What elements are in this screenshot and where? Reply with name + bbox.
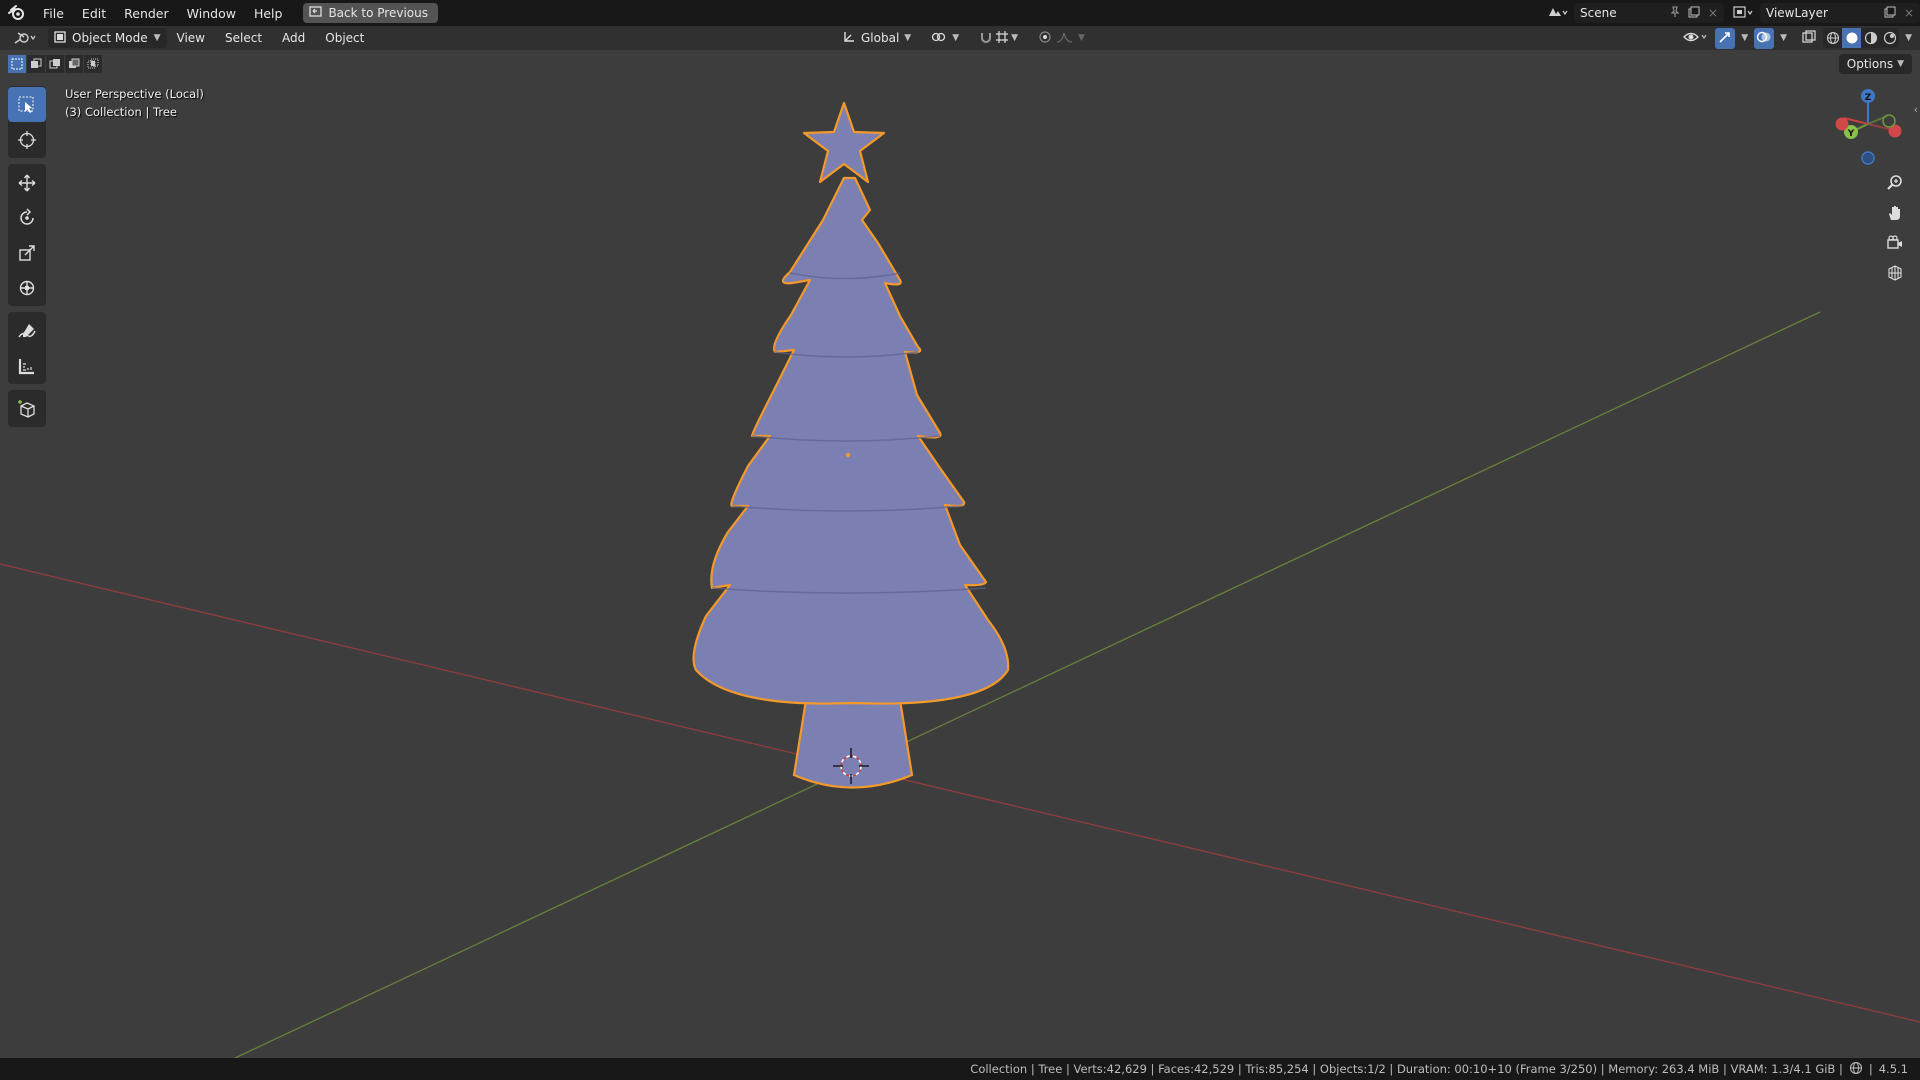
scene-selector-icon[interactable] — [1546, 5, 1568, 22]
overlays-toggle-icon[interactable] — [1754, 27, 1775, 49]
falloff-curve-icon[interactable] — [1056, 30, 1074, 47]
proportional-editing-toggle[interactable]: ▼ — [1032, 28, 1091, 48]
object-mode-label: Object Mode — [72, 31, 148, 45]
xray-toggle-icon[interactable] — [1801, 29, 1817, 48]
move-icon[interactable] — [8, 165, 46, 200]
orientation-label: Global — [861, 31, 900, 45]
viewlayer-selector-icon[interactable] — [1732, 5, 1754, 22]
back-to-previous-label: Back to Previous — [328, 6, 428, 20]
snap-grid-icon[interactable] — [995, 30, 1009, 47]
screen-back-icon — [309, 5, 323, 21]
options-dropdown[interactable]: Options ▼ — [1838, 54, 1912, 74]
shading-mode-group — [1823, 28, 1900, 48]
material-shading-icon[interactable] — [1861, 28, 1880, 48]
viewport-header: Object Mode ▼ View Select Add Object Glo… — [0, 26, 1920, 50]
measure-icon[interactable] — [8, 348, 46, 383]
proportional-circle-icon — [1038, 30, 1052, 47]
solid-shading-icon[interactable] — [1842, 28, 1862, 48]
left-toolbar — [8, 86, 46, 433]
network-globe-icon[interactable] — [1849, 1061, 1863, 1078]
blender-logo-icon[interactable] — [0, 0, 34, 26]
viewlayer-field[interactable]: ViewLayer × — [1760, 3, 1920, 23]
chevron-down-icon[interactable]: ▼ — [1741, 33, 1748, 43]
annotate-icon[interactable] — [8, 313, 46, 348]
3d-viewport[interactable]: Z Y — [0, 50, 1920, 1058]
delete-viewlayer-icon[interactable]: × — [1904, 6, 1914, 20]
gizmo-toggle-icon[interactable] — [1715, 27, 1736, 49]
chevron-down-icon: ▼ — [1011, 33, 1019, 43]
visibility-eye-icon[interactable] — [1683, 29, 1709, 48]
object-mode-dropdown[interactable]: Object Mode ▼ — [48, 28, 167, 48]
pin-icon[interactable] — [1670, 5, 1680, 21]
grid-icon[interactable] — [1882, 260, 1908, 286]
viewport-perspective-text: User Perspective (Local) — [65, 87, 204, 101]
scale-icon[interactable] — [8, 235, 46, 270]
status-stats-text: Collection | Tree | Verts:42,629 | Faces… — [970, 1062, 1843, 1076]
select-box-icon[interactable] — [8, 87, 46, 122]
transform-icon[interactable] — [8, 270, 46, 305]
menu-select[interactable]: Select — [215, 26, 272, 50]
tree-object[interactable] — [692, 101, 1010, 789]
chevron-down-icon[interactable]: ▼ — [1780, 33, 1787, 43]
top-menubar: File Edit Render Window Help Back to Pre… — [0, 0, 1920, 26]
transform-orientation-dropdown[interactable]: Global ▼ — [836, 28, 917, 48]
snap-magnet-icon — [979, 30, 993, 47]
sidebar-toggle-arrow-icon[interactable]: ‹ — [1914, 103, 1918, 116]
select-new-icon[interactable] — [8, 55, 27, 73]
selection-mode-group — [8, 55, 103, 73]
delete-scene-icon[interactable]: × — [1708, 6, 1718, 20]
tree-trunk — [792, 698, 914, 789]
menu-file[interactable]: File — [34, 0, 73, 26]
pan-hand-icon[interactable] — [1882, 200, 1908, 226]
scene-field[interactable]: Scene × — [1574, 3, 1724, 23]
cursor-icon[interactable] — [8, 122, 46, 157]
version-label: 4.5.1 — [1878, 1062, 1908, 1076]
menu-view[interactable]: View — [167, 26, 215, 50]
back-to-previous-button[interactable]: Back to Previous — [303, 3, 438, 23]
viewport-collection-text: (3) Collection | Tree — [65, 105, 177, 119]
snap-toggle[interactable]: ▼ — [973, 28, 1024, 48]
chevron-down-icon: ▼ — [1078, 33, 1085, 43]
menu-render[interactable]: Render — [115, 0, 178, 26]
chevron-down-icon: ▼ — [904, 33, 912, 43]
pivot-point-dropdown[interactable]: ▼ — [925, 28, 965, 48]
gizmo-z-label: Z — [1865, 93, 1872, 103]
zoom-icon[interactable] — [1882, 170, 1908, 196]
editor-type-icon[interactable] — [12, 29, 40, 50]
select-intersect-icon[interactable] — [84, 55, 103, 73]
select-invert-icon[interactable] — [65, 55, 84, 73]
rotate-icon[interactable] — [8, 200, 46, 235]
chevron-down-icon: ▼ — [952, 33, 960, 43]
status-bar: Collection | Tree | Verts:42,629 | Faces… — [0, 1058, 1920, 1080]
menu-window[interactable]: Window — [178, 0, 245, 26]
options-label: Options — [1846, 57, 1894, 71]
add-cube-icon[interactable] — [8, 391, 46, 426]
orientation-axes-icon — [842, 30, 856, 47]
menu-help[interactable]: Help — [245, 0, 292, 26]
menu-object[interactable]: Object — [315, 26, 374, 50]
rendered-shading-icon[interactable] — [1880, 28, 1899, 48]
viewlayer-name: ViewLayer — [1766, 6, 1828, 20]
select-subtract-icon[interactable] — [46, 55, 65, 73]
navigation-gizmo[interactable]: Z Y — [1835, 89, 1902, 165]
pivot-icon — [931, 30, 947, 47]
new-scene-icon[interactable] — [1688, 6, 1700, 21]
menu-add[interactable]: Add — [272, 26, 315, 50]
menu-edit[interactable]: Edit — [73, 0, 115, 26]
tree-star — [802, 101, 886, 184]
chevron-down-icon: ▼ — [1897, 59, 1904, 69]
camera-icon[interactable] — [1882, 230, 1908, 256]
gizmo-y-label: Y — [1847, 129, 1855, 139]
select-extend-icon[interactable] — [27, 55, 46, 73]
chevron-down-icon[interactable]: ▼ — [1905, 33, 1912, 43]
object-mode-icon — [54, 30, 66, 46]
status-separator: | — [1868, 1062, 1873, 1076]
scene-name: Scene — [1580, 6, 1617, 20]
y-axis-line — [234, 311, 1821, 1058]
new-viewlayer-icon[interactable] — [1884, 6, 1896, 21]
chevron-down-icon: ▼ — [153, 33, 161, 43]
wireframe-shading-icon[interactable] — [1823, 28, 1842, 48]
object-origin — [845, 452, 851, 458]
